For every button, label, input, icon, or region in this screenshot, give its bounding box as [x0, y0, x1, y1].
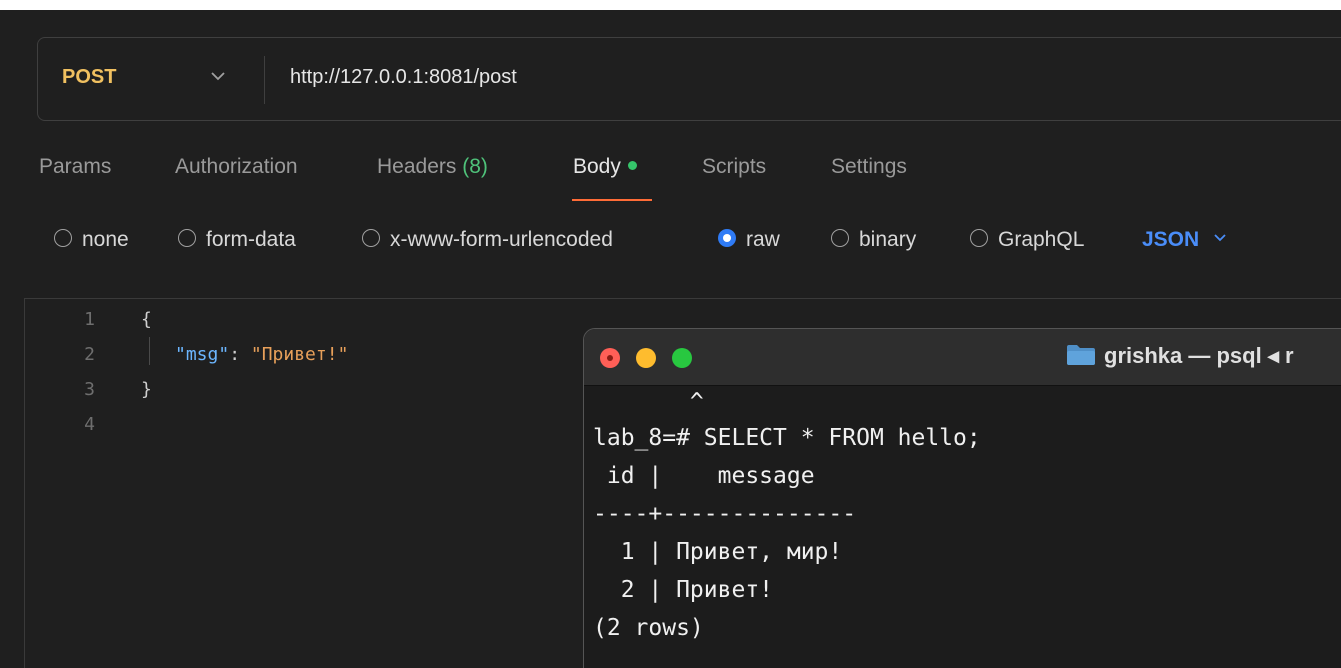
terminal-line: ^ — [593, 389, 704, 415]
radio-x-www-form-urlencoded[interactable]: x-www-form-urlencoded — [362, 228, 613, 252]
radio-label: none — [82, 228, 129, 251]
close-window-icon[interactable] — [600, 348, 620, 368]
minimize-window-icon[interactable] — [636, 348, 656, 368]
code-open-brace: { — [141, 309, 152, 330]
tab-authorization[interactable]: Authorization — [175, 155, 298, 179]
radio-binary[interactable]: binary — [831, 228, 916, 252]
language-label: JSON — [1142, 228, 1200, 251]
divider — [264, 56, 265, 104]
radio-raw[interactable]: raw — [718, 228, 780, 252]
terminal-titlebar[interactable]: grishka — psql ◂ r — [584, 329, 1341, 386]
chevron-down-icon — [1214, 234, 1226, 242]
indent-guide — [149, 337, 150, 365]
radio-graphql[interactable]: GraphQL — [970, 228, 1084, 252]
tab-settings[interactable]: Settings — [831, 155, 907, 179]
radio-circle-icon — [970, 229, 988, 248]
url-input[interactable]: http://127.0.0.1:8081/post — [290, 66, 517, 89]
headers-count: (8) — [462, 155, 488, 178]
json-string: "Привет!" — [250, 344, 349, 365]
app-window: POST http://127.0.0.1:8081/post Params A… — [0, 0, 1341, 668]
radio-label: raw — [746, 228, 780, 251]
folder-icon — [1067, 345, 1095, 366]
radio-none[interactable]: none — [54, 228, 129, 252]
active-tab-underline — [572, 199, 652, 201]
line-number: 4 — [84, 414, 95, 435]
terminal-line: id | message — [593, 463, 815, 489]
terminal-title: grishka — psql ◂ r — [1066, 343, 1294, 369]
radio-label: form-data — [206, 228, 296, 251]
terminal-line: 1 | Привет, мир! — [593, 539, 843, 565]
top-strip — [0, 0, 1341, 10]
terminal-window: grishka — psql ◂ r ^ lab_8=# SELECT * FR… — [583, 328, 1341, 668]
radio-circle-icon — [831, 229, 849, 248]
tab-body[interactable]: Body — [573, 155, 637, 179]
line-number: 2 — [84, 344, 95, 365]
terminal-line: ----+-------------- — [593, 501, 857, 527]
chevron-down-icon[interactable] — [208, 66, 228, 86]
tab-headers-label: Headers — [377, 155, 457, 178]
request-bar: POST http://127.0.0.1:8081/post — [37, 37, 1341, 121]
tab-params[interactable]: Params — [39, 155, 111, 179]
radio-form-data[interactable]: form-data — [178, 228, 296, 252]
terminal-line: lab_8=# SELECT * FROM hello; — [593, 425, 981, 451]
json-colon: : — [229, 344, 251, 365]
terminal-title-text: grishka — psql ◂ r — [1104, 343, 1294, 368]
radio-circle-icon — [178, 229, 196, 248]
line-number: 3 — [84, 379, 95, 400]
language-select[interactable]: JSON — [1142, 228, 1229, 252]
radio-label: binary — [859, 228, 917, 251]
terminal-line: (2 rows) — [593, 615, 704, 641]
tab-headers[interactable]: Headers (8) — [377, 155, 488, 179]
tab-body-label: Body — [573, 155, 621, 178]
radio-checked-icon — [718, 229, 736, 248]
line-number: 1 — [84, 309, 95, 330]
code-close-brace: } — [141, 379, 152, 400]
radio-label: x-www-form-urlencoded — [390, 228, 613, 251]
maximize-window-icon[interactable] — [672, 348, 692, 368]
body-modified-dot — [627, 160, 637, 170]
terminal-line: 2 | Привет! — [593, 577, 774, 603]
radio-circle-icon — [362, 229, 380, 248]
radio-label: GraphQL — [998, 228, 1085, 251]
tab-scripts[interactable]: Scripts — [702, 155, 766, 179]
radio-circle-icon — [54, 229, 72, 248]
json-key: "msg" — [175, 344, 230, 365]
method-select[interactable]: POST — [62, 66, 116, 89]
code-line-2: "msg": "Привет!" — [175, 344, 348, 365]
